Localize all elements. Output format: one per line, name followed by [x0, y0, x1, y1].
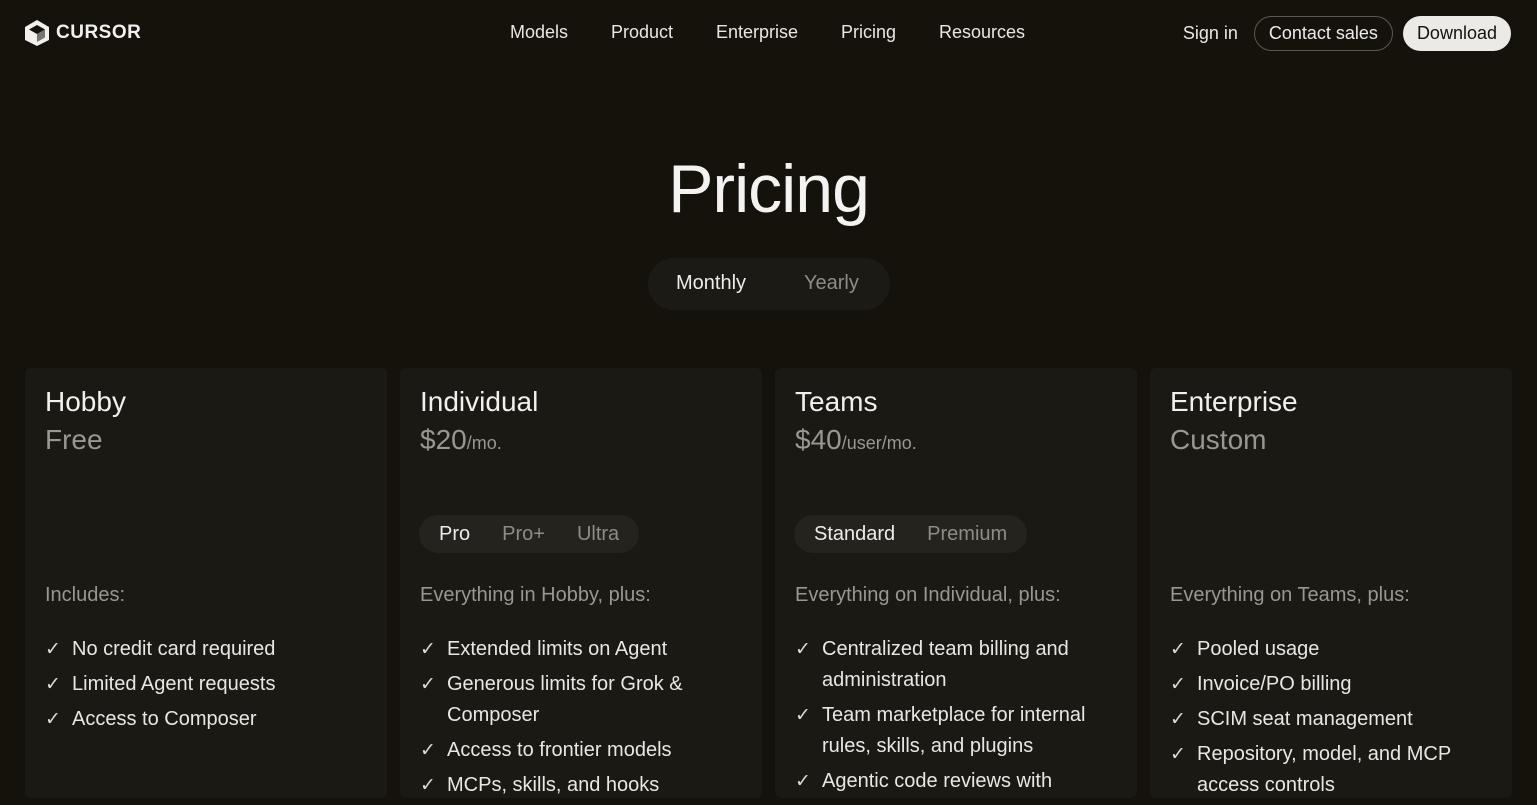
page-title: Pricing: [668, 151, 870, 227]
feature-text: Invoice/PO billing: [1197, 673, 1352, 695]
plan-price-value: $40: [795, 424, 842, 455]
plan-tier-toggle: Pro Pro+ Ultra: [419, 515, 640, 553]
check-icon: ✓: [1170, 744, 1186, 765]
plan-price-unit: /user/mo.: [841, 433, 917, 453]
billing-yearly-option[interactable]: Yearly: [804, 272, 859, 295]
feature-item: ✓ Agentic code reviews with: [795, 766, 1125, 797]
plan-price-value: Free: [45, 424, 103, 455]
check-icon: ✓: [45, 639, 61, 660]
plan-includes-label: Everything on Individual, plus:: [795, 584, 1061, 606]
billing-period-toggle: Monthly Yearly: [648, 258, 890, 310]
check-icon: ✓: [420, 740, 436, 761]
feature-item: ✓ No credit card required: [45, 634, 375, 665]
feature-item: ✓ MCPs, skills, and hooks: [420, 770, 750, 801]
plan-feature-list: ✓ Extended limits on Agent ✓ Generous li…: [420, 634, 750, 805]
check-icon: ✓: [420, 639, 436, 660]
plan-feature-list: ✓ Centralized team billing and administr…: [795, 634, 1125, 801]
plan-name: Individual: [420, 386, 539, 417]
feature-text: Access to frontier models: [447, 739, 672, 761]
contact-sales-button[interactable]: Contact sales: [1253, 16, 1393, 51]
download-button[interactable]: Download: [1402, 16, 1511, 51]
check-icon: ✓: [1170, 674, 1186, 695]
feature-text: Extended limits on Agent: [447, 638, 668, 660]
feature-item: ✓ Access to frontier models: [420, 735, 750, 766]
check-icon: ✓: [420, 674, 436, 695]
plan-card-enterprise: Enterprise Custom Everything on Teams, p…: [1150, 368, 1512, 798]
check-icon: ✓: [795, 705, 811, 726]
plan-name: Enterprise: [1170, 386, 1298, 417]
plan-card-individual: Individual $20/mo. Pro Pro+ Ultra Everyt…: [400, 368, 762, 798]
plan-name: Teams: [795, 386, 878, 417]
feature-item: ✓ Team marketplace for internal rules, s…: [795, 700, 1125, 762]
plan-tier-toggle: Standard Premium: [794, 515, 1028, 553]
plan-price-value: Custom: [1170, 424, 1267, 455]
feature-text: Generous limits for Grok & Composer: [447, 673, 683, 726]
feature-text: Pooled usage: [1197, 638, 1320, 660]
check-icon: ✓: [1170, 639, 1186, 660]
feature-text: Repository, model, and MCP access contro…: [1197, 743, 1451, 796]
feature-text: Centralized team billing and administrat…: [822, 638, 1069, 691]
tier-option-premium[interactable]: Premium: [911, 523, 1023, 546]
plan-feature-list: ✓ No credit card required ✓ Limited Agen…: [45, 634, 375, 739]
feature-item: ✓ SCIM seat management: [1170, 704, 1500, 735]
feature-item: ✓ Repository, model, and MCP access cont…: [1170, 739, 1500, 801]
check-icon: ✓: [795, 771, 811, 792]
plan-includes-label: Everything in Hobby, plus:: [420, 584, 651, 606]
plan-price-unit: /mo.: [466, 433, 502, 453]
plan-includes-label: Includes:: [45, 584, 126, 606]
feature-item: ✓ Access to Composer: [45, 704, 375, 735]
check-icon: ✓: [45, 674, 61, 695]
feature-text: Limited Agent requests: [72, 673, 276, 695]
feature-text: MCPs, skills, and hooks: [447, 774, 660, 796]
nav-link-pricing[interactable]: Pricing: [841, 22, 896, 43]
feature-item: ✓ Centralized team billing and administr…: [795, 634, 1125, 696]
feature-item: ✓ Extended limits on Agent: [420, 634, 750, 665]
nav-link-enterprise[interactable]: Enterprise: [716, 22, 798, 43]
plan-price-value: $20: [420, 424, 467, 455]
check-icon: ✓: [420, 775, 436, 796]
nav-link-product[interactable]: Product: [611, 22, 673, 43]
nav-link-models[interactable]: Models: [510, 22, 568, 43]
feature-text: Access to Composer: [72, 708, 257, 730]
check-icon: ✓: [795, 639, 811, 660]
plan-card-hobby: Hobby Free Includes: ✓ No credit card re…: [25, 368, 387, 798]
feature-item: ✓ Invoice/PO billing: [1170, 669, 1500, 700]
nav-link-resources[interactable]: Resources: [939, 22, 1025, 43]
top-nav: CURSOR Models Product Enterprise Pricing…: [0, 0, 1537, 68]
feature-text: Team marketplace for internal rules, ski…: [822, 704, 1086, 757]
plan-feature-list: ✓ Pooled usage ✓ Invoice/PO billing ✓ SC…: [1170, 634, 1500, 805]
feature-text: Agentic code reviews with: [822, 770, 1053, 792]
feature-text: No credit card required: [72, 638, 276, 660]
plan-name: Hobby: [45, 386, 126, 417]
check-icon: ✓: [45, 709, 61, 730]
sign-in-link[interactable]: Sign in: [1183, 23, 1238, 44]
tier-option-pro[interactable]: Pro: [423, 523, 486, 546]
feature-text: SCIM seat management: [1197, 708, 1413, 730]
feature-item: ✓ Limited Agent requests: [45, 669, 375, 700]
plan-price: Free: [45, 424, 103, 456]
nav-actions: Sign in Contact sales Download: [1183, 16, 1511, 51]
tier-option-pro-plus[interactable]: Pro+: [486, 523, 561, 546]
plan-includes-label: Everything on Teams, plus:: [1170, 584, 1410, 606]
plan-price: $20/mo.: [420, 424, 502, 456]
check-icon: ✓: [1170, 709, 1186, 730]
billing-monthly-option[interactable]: Monthly: [676, 272, 746, 295]
plan-price: Custom: [1170, 424, 1266, 456]
plan-card-teams: Teams $40/user/mo. Standard Premium Ever…: [775, 368, 1137, 798]
tier-option-standard[interactable]: Standard: [798, 523, 911, 546]
feature-item: ✓ Generous limits for Grok & Composer: [420, 669, 750, 731]
plan-price: $40/user/mo.: [795, 424, 917, 456]
feature-item: ✓ Pooled usage: [1170, 634, 1500, 665]
tier-option-ultra[interactable]: Ultra: [561, 523, 635, 546]
